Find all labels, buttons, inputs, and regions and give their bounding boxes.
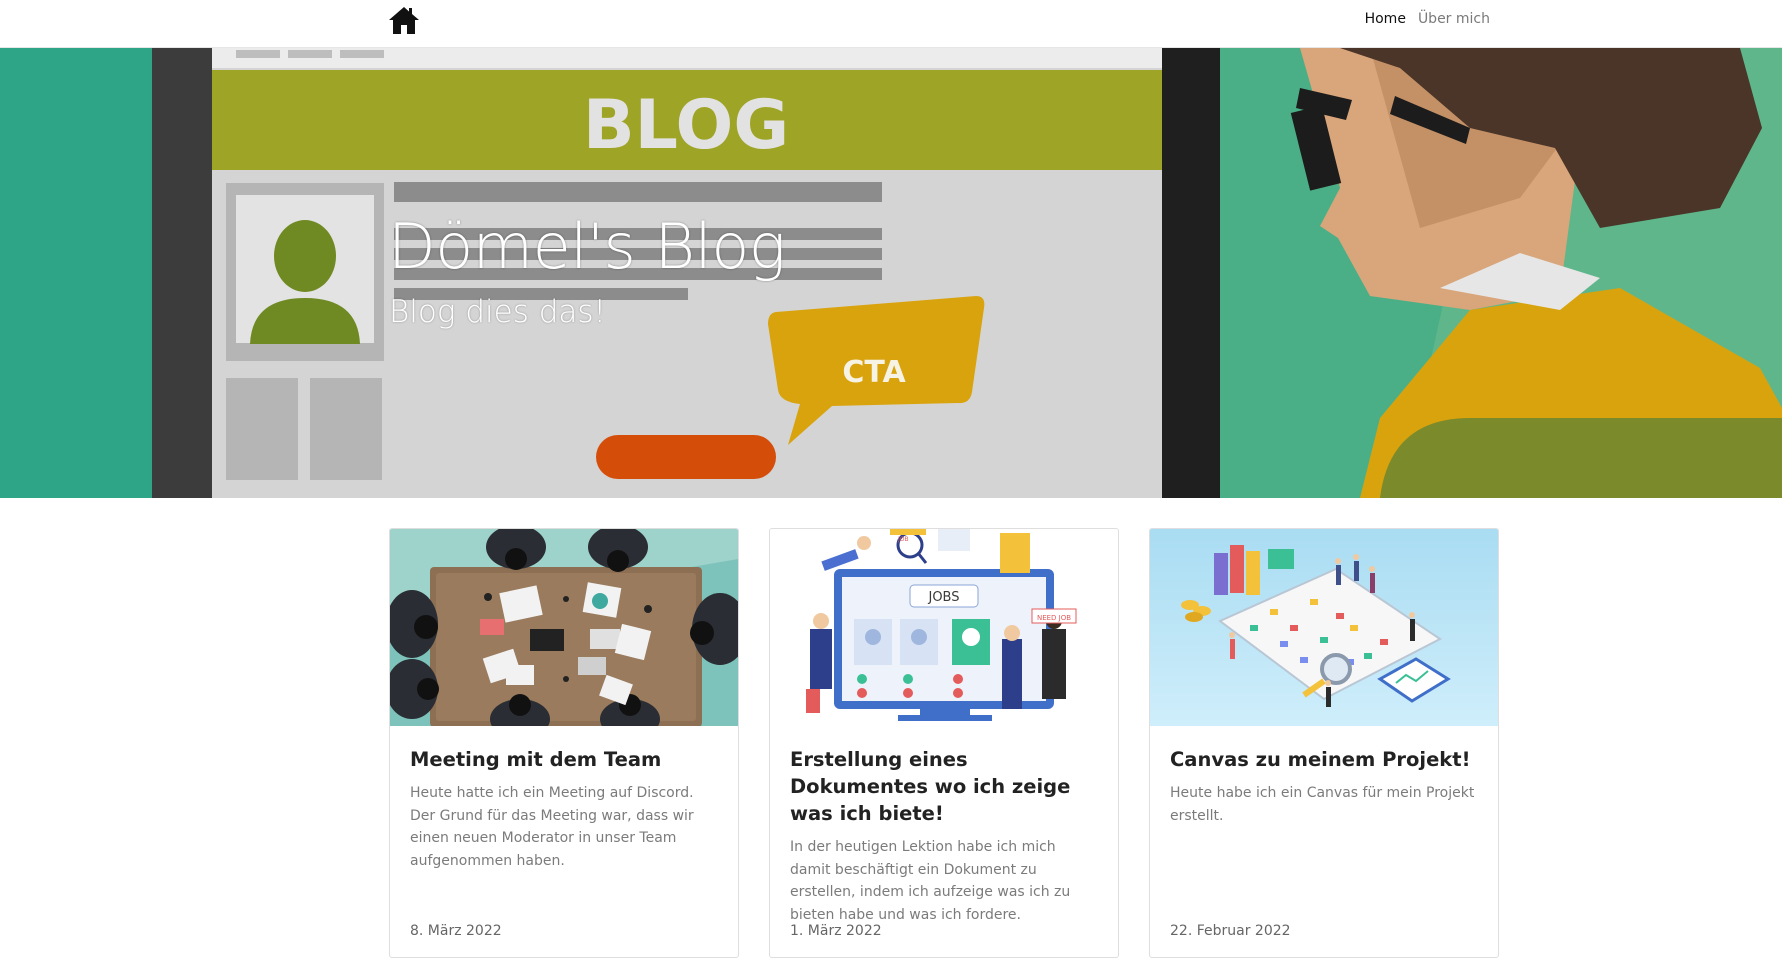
jobs-board-image: JOBS NEED JOB JOB [770, 529, 1118, 726]
post-card-text: In der heutigen Lektion habe ich mich da… [790, 839, 1071, 923]
home-icon[interactable] [388, 4, 420, 36]
project-canvas-image [1150, 529, 1498, 726]
cta-bubble-text: CTA [842, 355, 906, 390]
nav-link-home[interactable]: Home [1365, 11, 1406, 27]
team-meeting-image [390, 529, 738, 726]
post-card-date: 22. Februar 2022 [1170, 923, 1291, 939]
job-tag-text: JOB [897, 536, 909, 543]
hero-subtitle: Blog dies das! [389, 294, 606, 330]
post-card-grid: Meeting mit dem Team Heute hatte ich ein… [389, 528, 1500, 958]
hero-title: Dömel's Blog [388, 210, 786, 283]
hero-illustration: BLOG CTA [0, 48, 1782, 498]
post-card-title[interactable]: Canvas zu meinem Projekt! [1170, 746, 1479, 773]
post-card-text: Heute hatte ich ein Meeting auf Discord.… [410, 785, 694, 869]
post-card-date: 8. März 2022 [410, 923, 502, 939]
post-card-meeting[interactable]: Meeting mit dem Team Heute hatte ich ein… [389, 528, 739, 958]
nav-link-ueber-mich[interactable]: Über mich [1418, 11, 1490, 27]
post-card-canvas[interactable]: Canvas zu meinem Projekt! Heute habe ich… [1149, 528, 1499, 958]
post-card-title[interactable]: Meeting mit dem Team [410, 746, 719, 773]
post-card-text: Heute habe ich ein Canvas für mein Proje… [1170, 785, 1475, 824]
blog-banner-text: BLOG [583, 86, 789, 165]
jobs-sign-text: JOBS [927, 590, 959, 605]
hero-banner: BLOG CTA Dömel's Blog Blog dies das! [0, 48, 1782, 498]
navbar: Home Über mich [0, 0, 1782, 48]
post-card-date: 1. März 2022 [790, 923, 882, 939]
post-card-dokument[interactable]: JOBS NEED JOB JOB Erstellung eines Dokum… [769, 528, 1119, 958]
post-card-title[interactable]: Erstellung eines Dokumentes wo ich zeige… [790, 746, 1099, 827]
need-job-sign-text: NEED JOB [1037, 614, 1071, 622]
nav-links: Home Über mich [1365, 11, 1490, 27]
